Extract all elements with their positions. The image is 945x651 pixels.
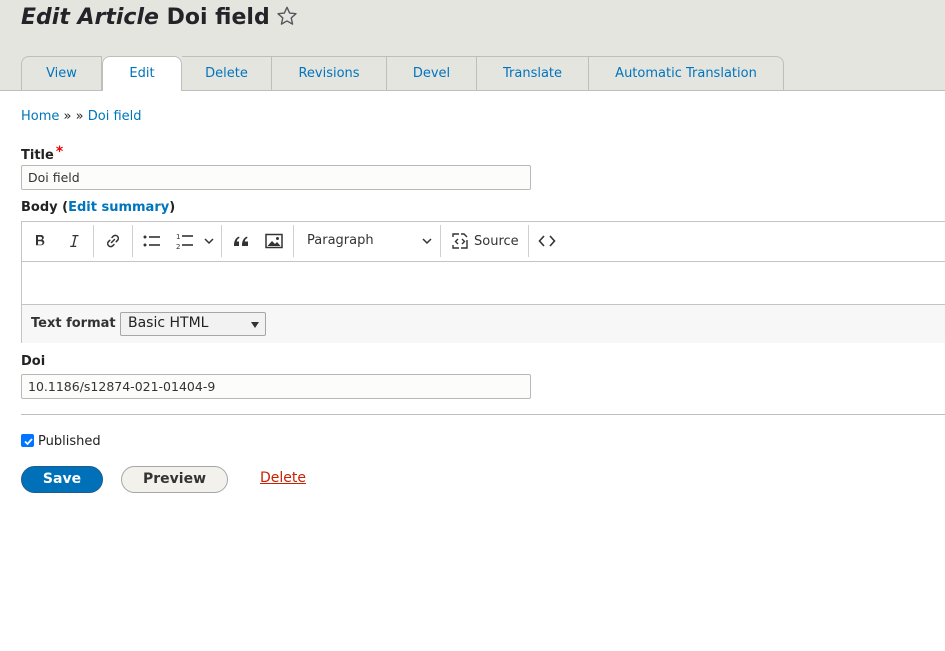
text-format-wrapper: Text format Basic HTML (22, 305, 945, 343)
text-format-label: Text format (31, 316, 116, 331)
check-icon (24, 438, 33, 446)
page-title-node: Doi field (166, 5, 270, 30)
doi-label: Doi (21, 354, 46, 369)
edit-summary-link[interactable]: Edit summary (68, 200, 169, 215)
title-label: Title * (21, 144, 63, 163)
body-label: Body (Edit summary) (21, 200, 176, 215)
star-outline-icon[interactable] (276, 5, 298, 27)
published-checkbox[interactable] (21, 434, 34, 447)
toolbar-separator (93, 225, 94, 257)
code-icon[interactable] (536, 229, 558, 253)
save-button[interactable]: Save (21, 466, 103, 493)
page-header: Edit Article Doi field View Edit Delete … (0, 0, 945, 91)
doi-input[interactable]: 10.1186/s12874-021-01404-9 (21, 374, 531, 399)
published-label[interactable]: Published (38, 434, 101, 449)
blockquote-icon[interactable] (229, 229, 253, 253)
breadcrumb-separator: » (63, 109, 72, 124)
italic-icon[interactable] (62, 229, 86, 253)
source-button[interactable]: Source (450, 229, 520, 253)
toolbar-separator (293, 225, 294, 257)
title-label-text: Title (21, 148, 54, 163)
breadcrumb-current[interactable]: Doi field (88, 109, 142, 124)
tab-translate[interactable]: Translate (477, 56, 589, 90)
svg-text:1: 1 (176, 233, 180, 241)
paragraph-dropdown-label: Paragraph (307, 233, 374, 248)
breadcrumb-separator: » (75, 109, 84, 124)
required-marker: * (55, 144, 64, 160)
tab-revisions[interactable]: Revisions (272, 56, 387, 90)
toolbar-separator (528, 225, 529, 257)
text-format-select[interactable]: Basic HTML (120, 312, 266, 336)
preview-button[interactable]: Preview (121, 466, 228, 493)
delete-link[interactable]: Delete (260, 470, 306, 486)
page-title-type: Edit Article (21, 5, 159, 30)
paragraph-dropdown[interactable]: Paragraph (307, 229, 433, 253)
toolbar-separator (440, 225, 441, 257)
breadcrumb: Home » » Doi field (21, 109, 142, 124)
title-input[interactable]: Doi field (21, 165, 531, 190)
chevron-down-icon (422, 238, 432, 245)
breadcrumb-home[interactable]: Home (21, 109, 59, 124)
editor-toolbar: 12 Paragraph Source (22, 222, 945, 262)
numbered-list-icon[interactable]: 12 (173, 229, 217, 253)
source-icon (452, 233, 468, 249)
tab-automatic-translation[interactable]: Automatic Translation (589, 56, 784, 90)
caret-down-icon (251, 322, 259, 328)
bulleted-list-icon[interactable] (139, 229, 165, 253)
tab-view[interactable]: View (21, 56, 102, 90)
body-editor: 12 Paragraph Source Text format Basic HT… (21, 221, 945, 343)
bold-icon[interactable] (28, 229, 52, 253)
tab-edit[interactable]: Edit (102, 56, 182, 91)
link-icon[interactable] (101, 229, 125, 253)
body-textarea[interactable] (22, 262, 945, 305)
image-icon[interactable] (262, 229, 286, 253)
text-format-value: Basic HTML (128, 315, 209, 331)
source-label: Source (474, 233, 519, 249)
primary-tabs: View Edit Delete Revisions Devel Transla… (21, 56, 784, 91)
toolbar-separator (132, 225, 133, 257)
toolbar-separator (221, 225, 222, 257)
page-title: Edit Article Doi field (21, 5, 298, 30)
body-label-text: Body (21, 200, 58, 215)
tab-delete[interactable]: Delete (182, 56, 272, 90)
svg-text:2: 2 (176, 243, 180, 250)
divider (21, 414, 945, 415)
tab-devel[interactable]: Devel (387, 56, 477, 90)
